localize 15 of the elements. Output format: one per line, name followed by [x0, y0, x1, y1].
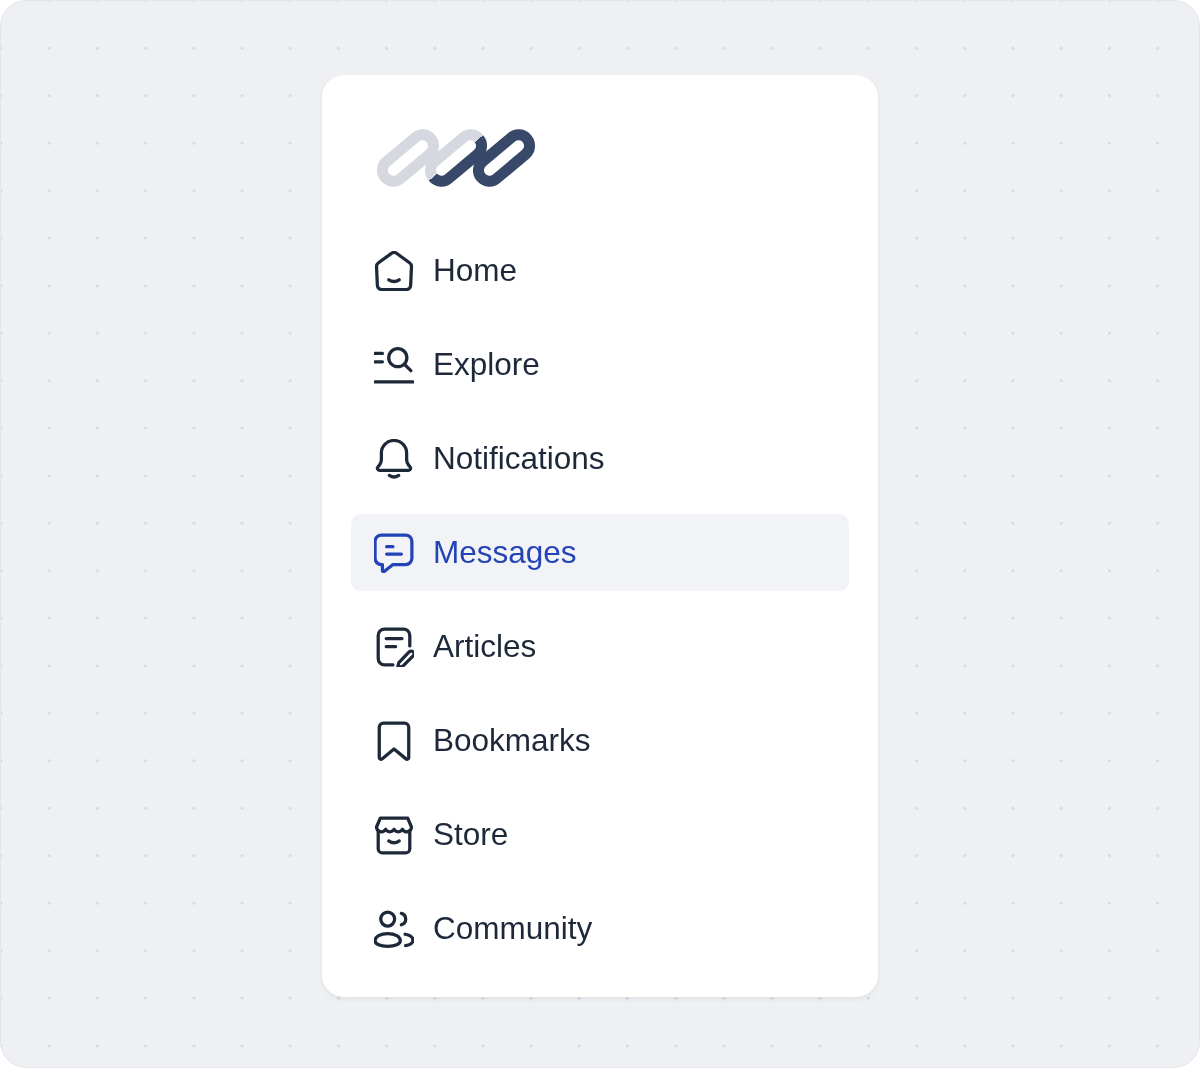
- sidebar-item[interactable]: Articles: [351, 608, 849, 685]
- sidebar-item[interactable]: Explore: [351, 326, 849, 403]
- sidebar-item[interactable]: Notifications: [351, 420, 849, 497]
- sidebar-item[interactable]: Messages: [351, 514, 849, 591]
- people-icon: [374, 908, 414, 949]
- sidebar-item[interactable]: Community: [351, 890, 849, 967]
- home-icon: [374, 250, 414, 291]
- sidebar-item[interactable]: Bookmarks: [351, 702, 849, 779]
- chat-bubble-icon: [374, 532, 414, 573]
- sidebar-item[interactable]: Store: [351, 796, 849, 873]
- document-pencil-icon: [374, 626, 414, 667]
- search-icon: [374, 344, 414, 385]
- storefront-icon: [374, 814, 414, 855]
- bell-icon: [374, 438, 414, 479]
- sidebar-item[interactable]: Home: [351, 232, 849, 309]
